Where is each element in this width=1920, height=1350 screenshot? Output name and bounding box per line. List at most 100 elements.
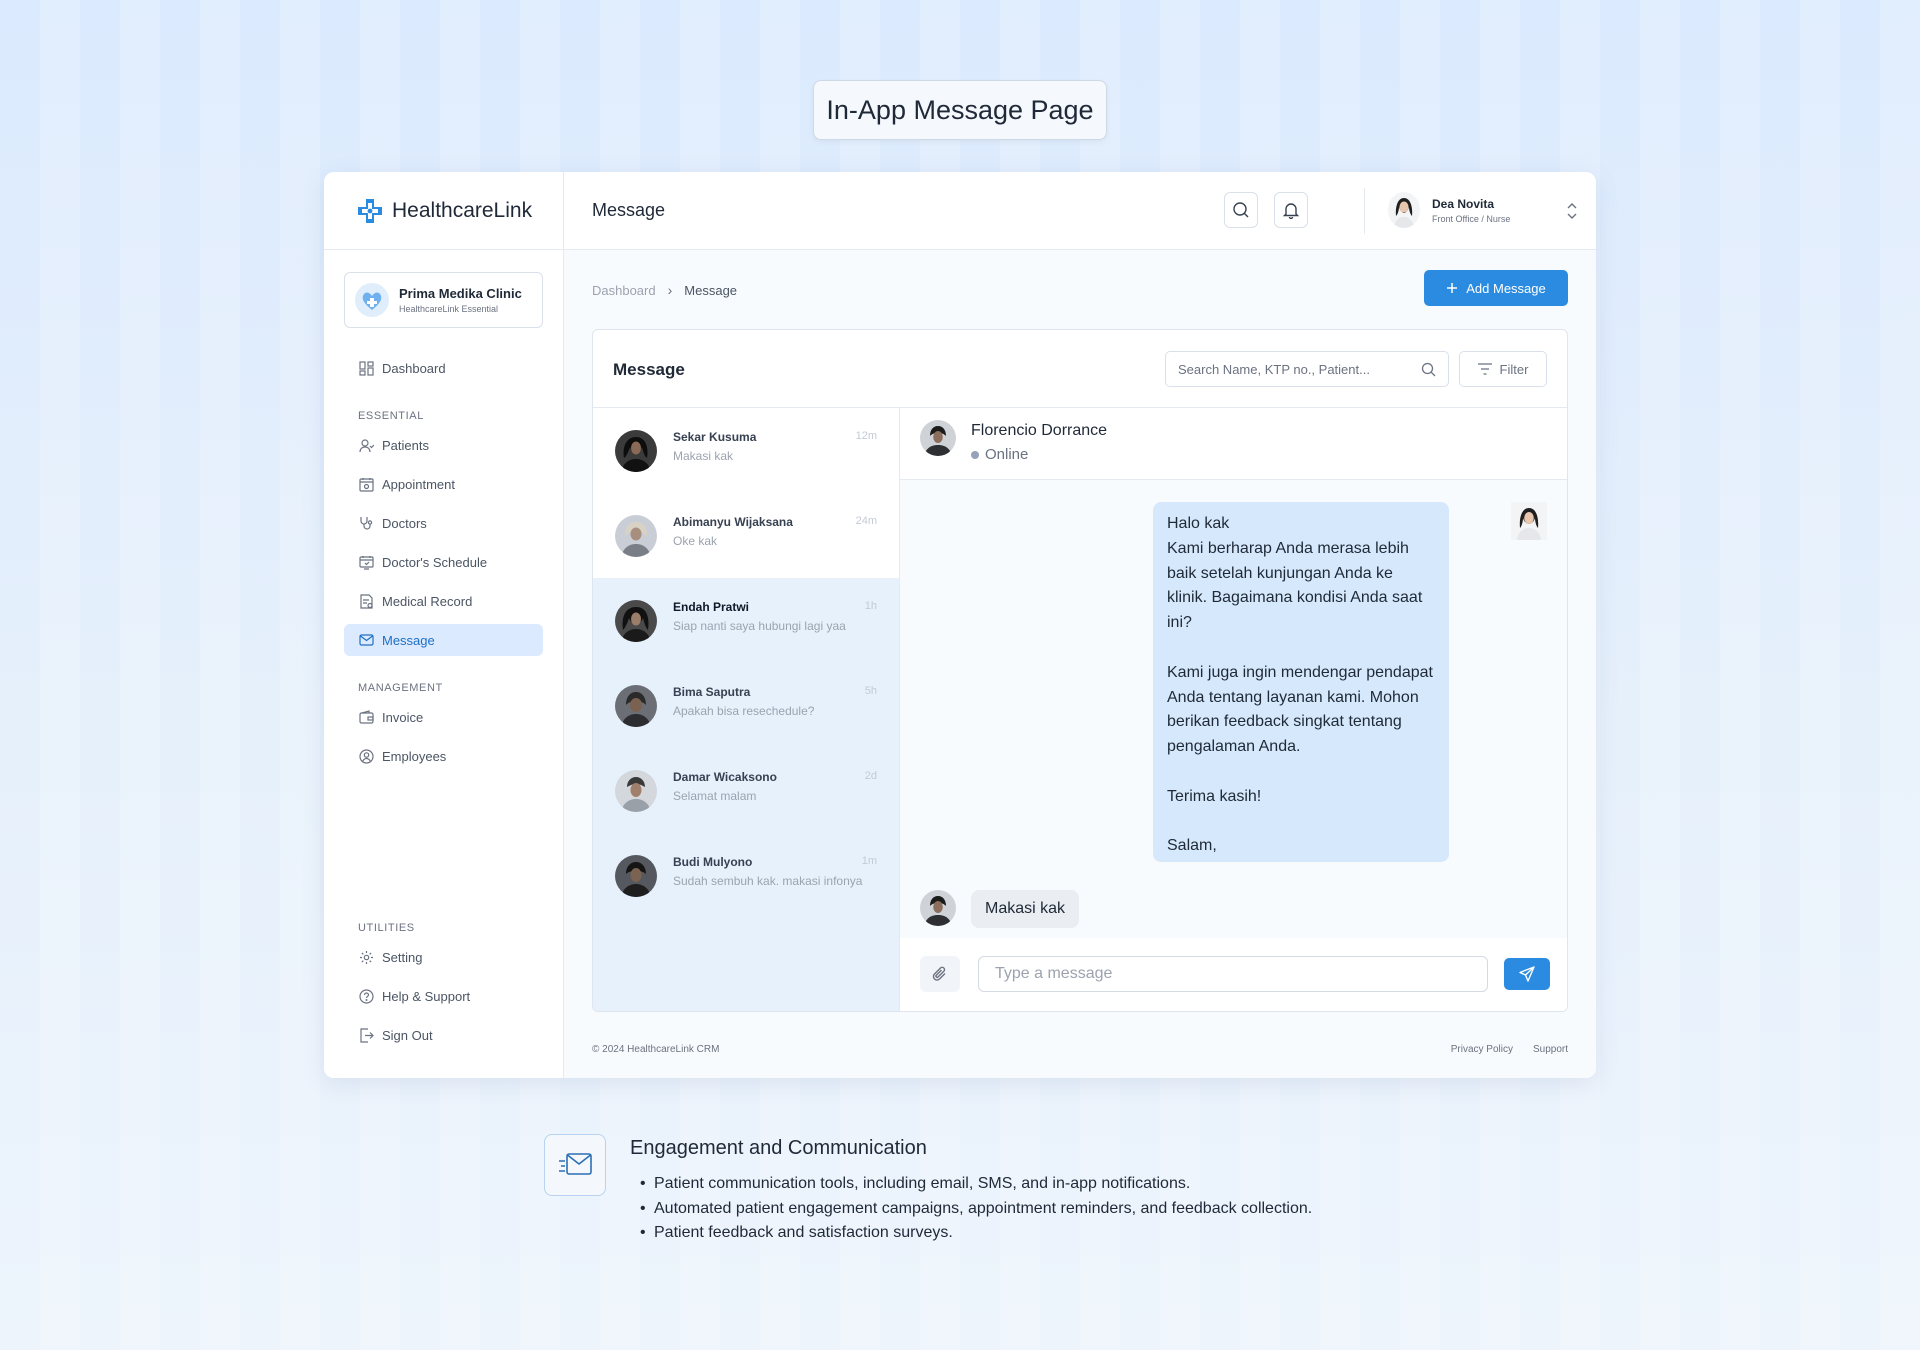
brand-name: HealthcareLink [392,198,533,222]
avatar [920,420,956,456]
sidebar-item-employees[interactable]: Employees [344,740,543,772]
message-composer [900,938,1567,1011]
sidebar-item-help-support[interactable]: Help & Support [344,980,543,1012]
employee-icon [358,748,374,764]
sidebar-item-label: Message [382,632,435,648]
incoming-message: Makasi kak [971,890,1080,928]
message-icon [358,632,374,648]
filter-button[interactable]: Filter [1459,351,1547,387]
feature-point: Automated patient engagement campaigns, … [640,1197,1312,1222]
calendar-icon [358,476,374,492]
mail-speed-icon [544,1134,606,1196]
feature-point: Patient feedback and satisfaction survey… [640,1221,1312,1246]
copyright-text: © 2024 HealthcareLink CRM [592,1044,720,1055]
sidebar-item-label: Doctors [382,515,427,531]
conversation-search-input[interactable]: Search Name, KTP no., Patient... [1165,351,1449,387]
search-button[interactable] [1224,192,1258,228]
user-name: Dea Novita [1432,196,1495,211]
dashboard-icon [358,360,374,376]
avatar [615,770,657,812]
sidebar-item-label: Doctor's Schedule [382,554,488,570]
sidebar-item-label: Dashboard [382,360,446,376]
sidebar-item-medical-record[interactable]: Medical Record [344,585,543,617]
send-button[interactable] [1504,958,1550,990]
conversation-preview: Sudah sembuh kak. makasi infonya [673,874,863,888]
section-essential: ESSENTIAL [358,410,424,422]
sign-out-icon [358,1027,374,1043]
schedule-icon [358,554,374,570]
sidebar-item-label: Sign Out [382,1027,433,1043]
sidebar-item-label: Setting [382,949,423,965]
sidebar: HealthcareLink Prima Medika Clinic Healt… [324,172,564,1078]
add-message-label: Add Message [1466,280,1546,296]
chat-header: Florencio Dorrance Online [900,408,1567,480]
main-content: Dashboard › Message Add Message Message … [564,250,1596,1078]
feature-title: Engagement and Communication [630,1137,927,1159]
notification-button[interactable] [1274,192,1308,228]
section-management: MANAGEMENT [358,682,443,694]
conversation-preview: Siap nanti saya hubungi lagi yaa [673,619,846,633]
user-menu[interactable]: Dea Novita Front Office / Nurse [1388,192,1510,228]
user-role: Front Office / Nurse [1432,213,1511,224]
list-item[interactable]: Bima Saputra Apakah bisa resechedule? 5h [593,663,899,748]
sidebar-item-label: Appointment [382,476,455,492]
conversation-time: 1h [864,600,877,612]
list-item[interactable]: Abimanyu Wijaksana Oke kak 24m [593,493,899,578]
conversation-time: 12m [855,430,877,442]
list-item[interactable]: Sekar Kusuma Makasi kak 12m [593,408,899,493]
chat-window: Florencio Dorrance Online Halo kak Kami … [900,408,1567,1011]
support-link[interactable]: Support [1533,1044,1568,1055]
clinic-name: Prima Medika Clinic [399,286,522,301]
chat-contact-name: Florencio Dorrance [971,422,1108,439]
sidebar-item-dashboard[interactable]: Dashboard [344,352,543,384]
breadcrumb-dashboard[interactable]: Dashboard [592,283,656,298]
conversation-preview: Apakah bisa resechedule? [673,704,815,718]
privacy-policy-link[interactable]: Privacy Policy [1451,1044,1513,1055]
sidebar-item-message[interactable]: Message [344,624,543,656]
cross-logo-icon [358,198,382,223]
brand-logo[interactable]: HealthcareLink [324,172,563,250]
search-icon [1421,362,1436,376]
stethoscope-icon [358,515,374,531]
clinic-logo-icon [355,283,389,317]
sidebar-item-setting[interactable]: Setting [344,941,543,973]
conversation-time: 1m [861,855,877,867]
user-icon [358,437,374,453]
avatar [615,855,657,897]
section-utilities: UTILITIES [358,922,415,934]
status-text: Online [985,446,1029,463]
gear-icon [358,949,374,965]
sidebar-item-sign-out[interactable]: Sign Out [344,1019,543,1051]
panel-header: Message Search Name, KTP no., Patient...… [593,330,1567,408]
clinic-switcher[interactable]: Prima Medika Clinic HealthcareLink Essen… [344,272,543,328]
sidebar-item-doctors[interactable]: Doctors [344,507,543,539]
list-item[interactable]: Endah Pratwi Siap nanti saya hubungi lag… [593,578,899,663]
avatar [615,515,657,557]
outgoing-message: Halo kak Kami berharap Anda merasa lebih… [1153,502,1449,862]
list-item[interactable]: Budi Mulyono Sudah sembuh kak. makasi in… [593,833,899,918]
conversation-preview: Makasi kak [673,449,734,463]
conversation-list: Sekar Kusuma Makasi kak 12m Abimanyu Wij… [593,408,900,1011]
help-icon [358,988,374,1004]
footer: © 2024 HealthcareLink CRM Privacy Policy… [592,1044,1568,1055]
attach-button[interactable] [920,956,960,992]
chevron-up-down-icon[interactable] [1566,202,1578,220]
avatar [920,890,956,926]
sidebar-item-doctors-schedule[interactable]: Doctor's Schedule [344,546,543,578]
conversation-time: 5h [864,685,877,697]
list-item[interactable]: Damar Wicaksono Selamat malam 2d [593,748,899,833]
sidebar-item-label: Patients [382,437,429,453]
filter-label: Filter [1499,361,1529,377]
page-label: In-App Message Page [813,80,1107,140]
conversation-preview: Oke kak [673,534,718,548]
filter-icon [1477,363,1492,375]
breadcrumb-current: Message [684,282,738,298]
add-message-button[interactable]: Add Message [1424,270,1568,306]
sidebar-item-invoice[interactable]: Invoice [344,701,543,733]
search-icon [1233,202,1249,218]
send-icon [1519,966,1535,982]
avatar [615,600,657,642]
message-input[interactable] [978,956,1488,992]
sidebar-item-patients[interactable]: Patients [344,429,543,461]
sidebar-item-appointment[interactable]: Appointment [344,468,543,500]
